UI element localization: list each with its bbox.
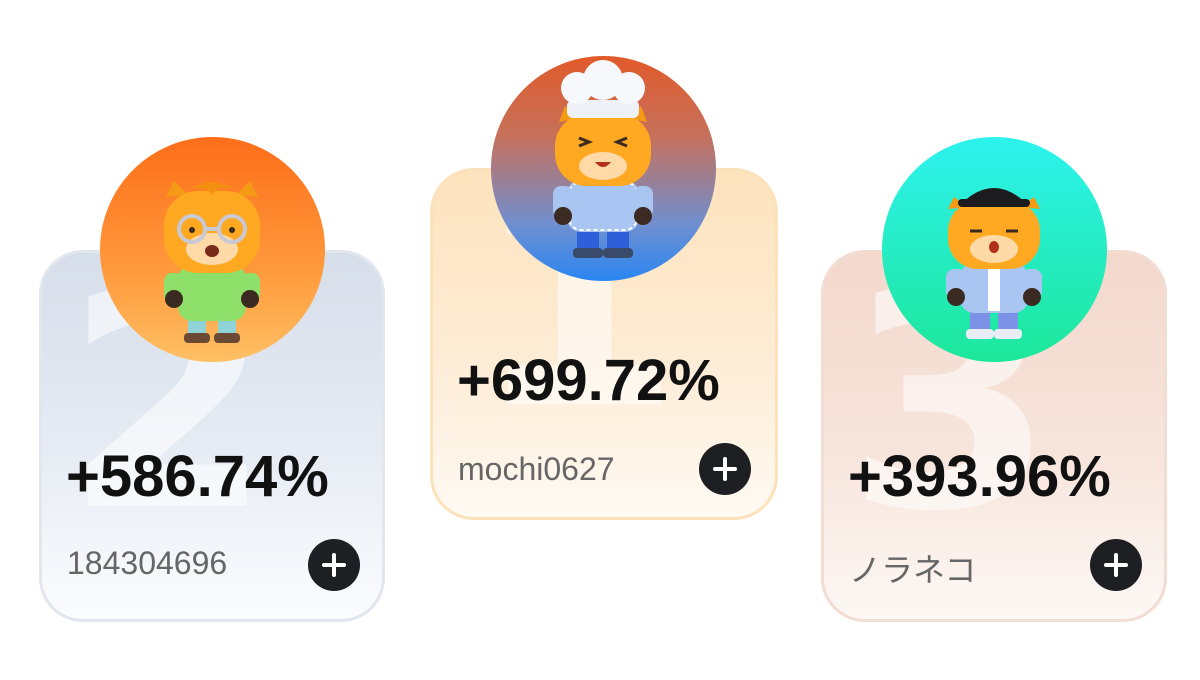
leaderboard-podium: 2 +586.74% 184304696 1 +699.72% mochi062… — [0, 0, 1200, 680]
mascot-chef-icon — [553, 60, 653, 258]
follow-button[interactable] — [308, 539, 360, 591]
avatar[interactable] — [100, 137, 325, 362]
username: mochi0627 — [458, 451, 615, 487]
username: 184304696 — [67, 545, 228, 581]
follow-button[interactable] — [1090, 539, 1142, 591]
plus-icon — [1104, 553, 1128, 577]
username: ノラネコ — [849, 552, 977, 588]
mascot-cap-icon — [946, 188, 1042, 339]
return-percent: +699.72% — [457, 348, 720, 413]
plus-icon — [713, 457, 737, 481]
follow-button[interactable] — [699, 443, 751, 495]
return-percent: +393.96% — [848, 444, 1111, 509]
return-percent: +586.74% — [66, 444, 329, 509]
plus-icon — [322, 553, 346, 577]
avatar[interactable] — [882, 137, 1107, 362]
mascot-glasses-icon — [164, 181, 260, 343]
avatar[interactable] — [491, 56, 716, 281]
